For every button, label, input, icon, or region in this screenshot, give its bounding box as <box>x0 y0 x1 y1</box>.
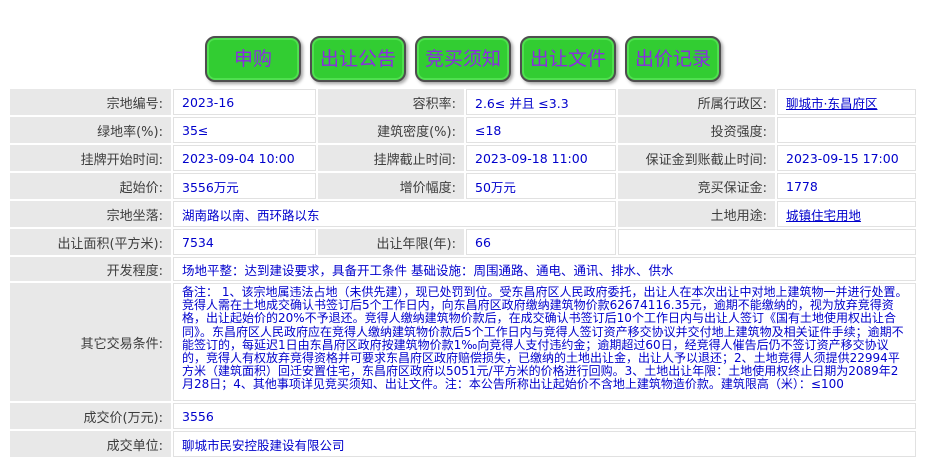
transfer-term-label: 出让年限(年): <box>318 229 464 255</box>
building-density-value: ≤18 <box>466 117 616 143</box>
deposit-deadline-value: 2023-09-15 17:00 <box>777 145 916 171</box>
listing-end-time-value: 2023-09-18 11:00 <box>466 145 616 171</box>
listing-start-time-value: 2023-09-04 10:00 <box>173 145 316 171</box>
development-degree-value: 场地平整：达到建设要求，具备开工条件 基础设施：周围通路、通电、通讯、排水、供水 <box>173 257 916 281</box>
starting-price-label: 起始价: <box>10 173 171 199</box>
bid-deposit-value: 1778 <box>777 173 916 199</box>
empty-cell <box>618 229 916 255</box>
transfer-area-value: 7534 <box>173 229 316 255</box>
parcel-location-label: 宗地坐落: <box>10 201 171 227</box>
deal-price-label: 成交价(万元): <box>10 403 171 429</box>
district-value: 聊城市·东昌府区 <box>777 89 916 115</box>
transfer-area-label: 出让面积(平方米): <box>10 229 171 255</box>
district-link[interactable]: 聊城市·东昌府区 <box>786 93 877 112</box>
transfer-documents-button[interactable]: 出让文件 <box>520 36 616 82</box>
other-conditions-label: 其它交易条件: <box>10 283 171 401</box>
deposit-deadline-label: 保证金到账截止时间: <box>618 145 775 171</box>
deal-unit-label: 成交单位: <box>10 431 171 457</box>
plot-ratio-value: 2.6≤ 并且 ≤3.3 <box>466 89 616 115</box>
parcel-location-value: 湖南路以南、西环路以东 <box>173 201 616 227</box>
land-use-label: 土地用途: <box>618 201 775 227</box>
apply-purchase-button[interactable]: 申购 <box>205 36 301 82</box>
plot-ratio-label: 容积率: <box>318 89 464 115</box>
toolbar: 申购 出让公告 竞买须知 出让文件 出价记录 <box>205 36 730 82</box>
green-rate-label: 绿地率(%): <box>10 117 171 143</box>
starting-price-value: 3556万元 <box>173 173 316 199</box>
parcel-number-label: 宗地编号: <box>10 89 171 115</box>
investment-intensity-value <box>777 117 916 143</box>
deal-price-value: 3556 <box>173 403 916 429</box>
parcel-number-value: 2023-16 <box>173 89 316 115</box>
parcel-info-table: 宗地编号: 2023-16 容积率: 2.6≤ 并且 ≤3.3 所属行政区: 聊… <box>10 89 916 457</box>
bid-records-button[interactable]: 出价记录 <box>625 36 721 82</box>
green-rate-value: 35≤ <box>173 117 316 143</box>
building-density-label: 建筑密度(%): <box>318 117 464 143</box>
listing-start-time-label: 挂牌开始时间: <box>10 145 171 171</box>
bid-deposit-label: 竞买保证金: <box>618 173 775 199</box>
deal-unit-value: 聊城市民安控股建设有限公司 <box>173 431 916 457</box>
price-increment-label: 增价幅度: <box>318 173 464 199</box>
district-label: 所属行政区: <box>618 89 775 115</box>
listing-end-time-label: 挂牌截止时间: <box>318 145 464 171</box>
development-degree-label: 开发程度: <box>10 257 171 281</box>
land-listing-page: 申购 出让公告 竞买须知 出让文件 出价记录 宗地编号: 2023-16 容积率… <box>0 0 929 472</box>
land-use-value: 城镇住宅用地 <box>777 201 916 227</box>
other-conditions-value: 备注： 1、该宗地属违法占地（未供先建），现已处罚到位。受东昌府区人民政府委托，… <box>173 283 916 401</box>
bidding-notes-button[interactable]: 竞买须知 <box>415 36 511 82</box>
land-use-link[interactable]: 城镇住宅用地 <box>786 205 861 224</box>
investment-intensity-label: 投资强度: <box>618 117 775 143</box>
transfer-term-value: 66 <box>466 229 616 255</box>
transfer-announcement-button[interactable]: 出让公告 <box>310 36 406 82</box>
price-increment-value: 50万元 <box>466 173 616 199</box>
